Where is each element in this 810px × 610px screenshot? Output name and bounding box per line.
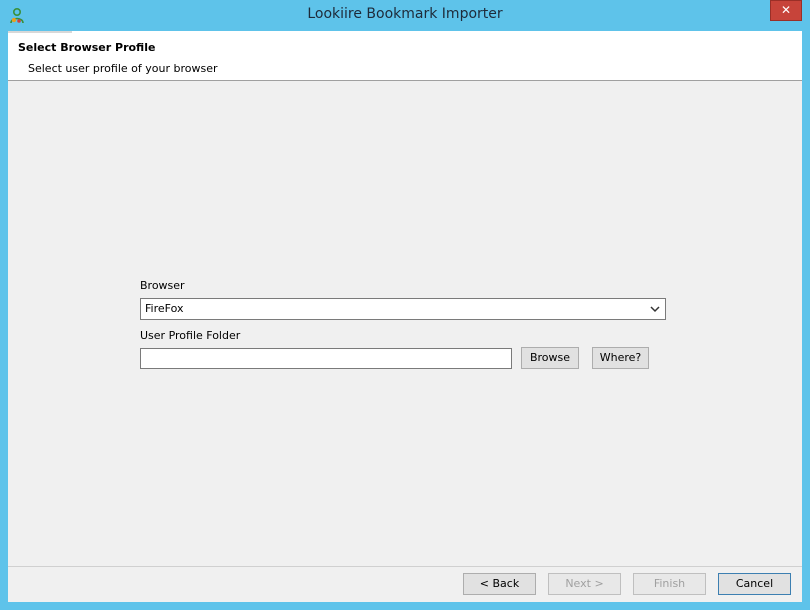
where-button[interactable]: Where? (592, 347, 649, 369)
profile-folder-label: User Profile Folder (140, 329, 241, 342)
close-button[interactable]: ✕ (770, 0, 802, 21)
window-title: Lookiire Bookmark Importer (307, 6, 503, 22)
app-window: Lookiire Bookmark Importer ✕ Select Brow… (0, 0, 810, 610)
browser-select-value: FireFox (145, 302, 184, 315)
page-subtitle: Select user profile of your browser (28, 62, 218, 75)
chevron-down-icon[interactable] (649, 299, 661, 319)
wizard-header: Select Browser Profile Select user profi… (8, 31, 802, 81)
title-bar[interactable]: Lookiire Bookmark Importer ✕ (0, 0, 810, 31)
back-button[interactable]: < Back (463, 573, 536, 595)
header-accent (8, 31, 72, 33)
browser-select[interactable]: FireFox (140, 298, 666, 320)
browser-label: Browser (140, 279, 185, 292)
page-title: Select Browser Profile (18, 41, 156, 54)
wizard-client-area: Select Browser Profile Select user profi… (8, 31, 802, 602)
cancel-button[interactable]: Cancel (718, 573, 791, 595)
next-button[interactable]: Next > (548, 573, 621, 595)
close-icon: ✕ (780, 3, 792, 17)
profile-folder-input[interactable] (140, 348, 512, 369)
finish-button[interactable]: Finish (633, 573, 706, 595)
browse-button[interactable]: Browse (521, 347, 579, 369)
